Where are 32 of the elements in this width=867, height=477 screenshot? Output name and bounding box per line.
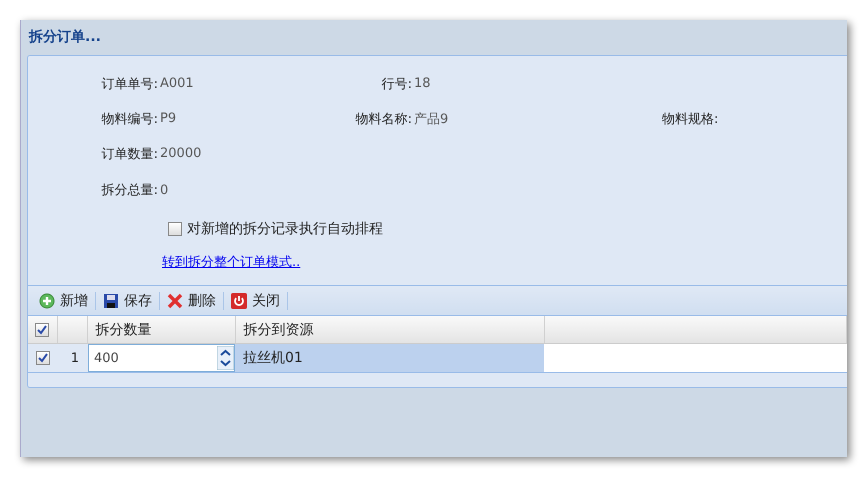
delete-button[interactable]: 删除 (162, 288, 221, 312)
field-value: 0 (160, 182, 168, 198)
field-label: 订单单号: (100, 76, 158, 92)
field-value: A001 (160, 76, 194, 91)
row-number: 1 (70, 350, 79, 366)
mode-link[interactable]: 转到拆分整个订单模式.. (162, 253, 300, 271)
window-title: 拆分订单... (29, 28, 101, 46)
field-value: P9 (160, 111, 176, 126)
column-header[interactable]: 拆分到资源 (235, 316, 544, 344)
header-checkbox[interactable] (35, 322, 50, 336)
field-label: 行号: (380, 76, 412, 92)
field-label: 订单数量: (100, 146, 158, 162)
checkbox-label: 对新增的拆分记录执行自动排程 (187, 220, 383, 238)
power-icon (231, 292, 247, 308)
field-value: 产品9 (414, 110, 448, 128)
row-checkbox[interactable] (36, 351, 50, 365)
column-header[interactable]: 拆分数量 (87, 316, 235, 344)
delete-icon (167, 292, 183, 308)
field-label: 物料规格: (662, 110, 720, 128)
spinner-arrows-icon[interactable] (217, 346, 234, 370)
add-button[interactable]: 新增 (34, 288, 93, 312)
close-button[interactable]: 关闭 (226, 288, 285, 312)
number-spinner-field[interactable]: 400 (88, 344, 235, 372)
field-value: 20000 (160, 146, 202, 161)
field-label: 物料名称: (354, 110, 412, 128)
field-label: 物料编号: (100, 110, 158, 128)
field-label: 拆分总量: (100, 182, 158, 199)
plus-icon (39, 292, 55, 308)
field-value: 18 (414, 76, 431, 91)
table-cell: 拉丝机01 (243, 350, 303, 366)
checkbox[interactable] (168, 222, 182, 236)
save-button[interactable]: 保存 (98, 288, 157, 312)
